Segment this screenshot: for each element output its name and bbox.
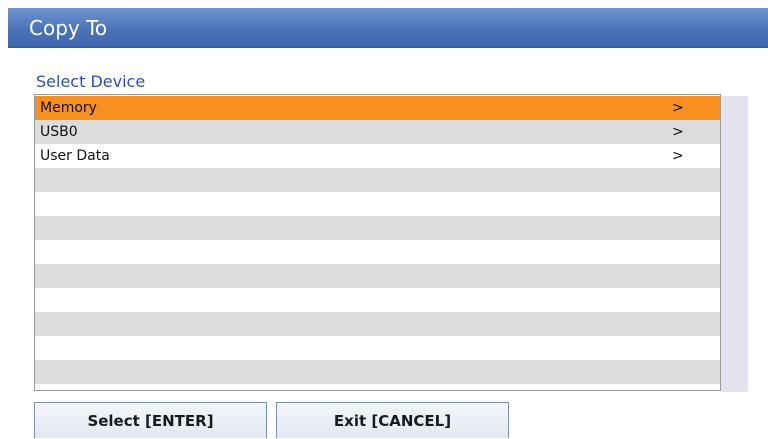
device-row-label: User Data bbox=[40, 148, 110, 164]
device-row[interactable]: USB0 > bbox=[35, 120, 720, 144]
empty-row bbox=[35, 264, 720, 288]
expand-arrow-icon: > bbox=[672, 124, 684, 140]
select-button[interactable]: Select [ENTER] bbox=[34, 402, 267, 438]
dialog-title: Copy To bbox=[8, 8, 768, 48]
empty-row bbox=[35, 168, 720, 192]
empty-row bbox=[35, 336, 720, 360]
empty-row bbox=[35, 312, 720, 336]
expand-arrow-icon: > bbox=[672, 100, 684, 116]
empty-row bbox=[35, 192, 720, 216]
empty-row bbox=[35, 360, 720, 384]
device-row[interactable]: Memory > bbox=[35, 96, 720, 120]
empty-row bbox=[35, 216, 720, 240]
exit-button[interactable]: Exit [CANCEL] bbox=[276, 402, 509, 438]
device-row-label: USB0 bbox=[40, 124, 78, 140]
device-row-label: Memory bbox=[40, 100, 97, 116]
device-list[interactable]: Memory > USB0 > User Data > bbox=[34, 94, 721, 391]
empty-row bbox=[35, 288, 720, 312]
empty-row bbox=[35, 240, 720, 264]
select-device-label: Select Device bbox=[36, 72, 146, 91]
copy-to-dialog: Copy To Select Device Memory > USB0 > User D… bbox=[0, 0, 768, 438]
list-scrollbar[interactable] bbox=[721, 96, 748, 392]
expand-arrow-icon: > bbox=[672, 148, 684, 164]
device-row[interactable]: User Data > bbox=[35, 144, 720, 168]
